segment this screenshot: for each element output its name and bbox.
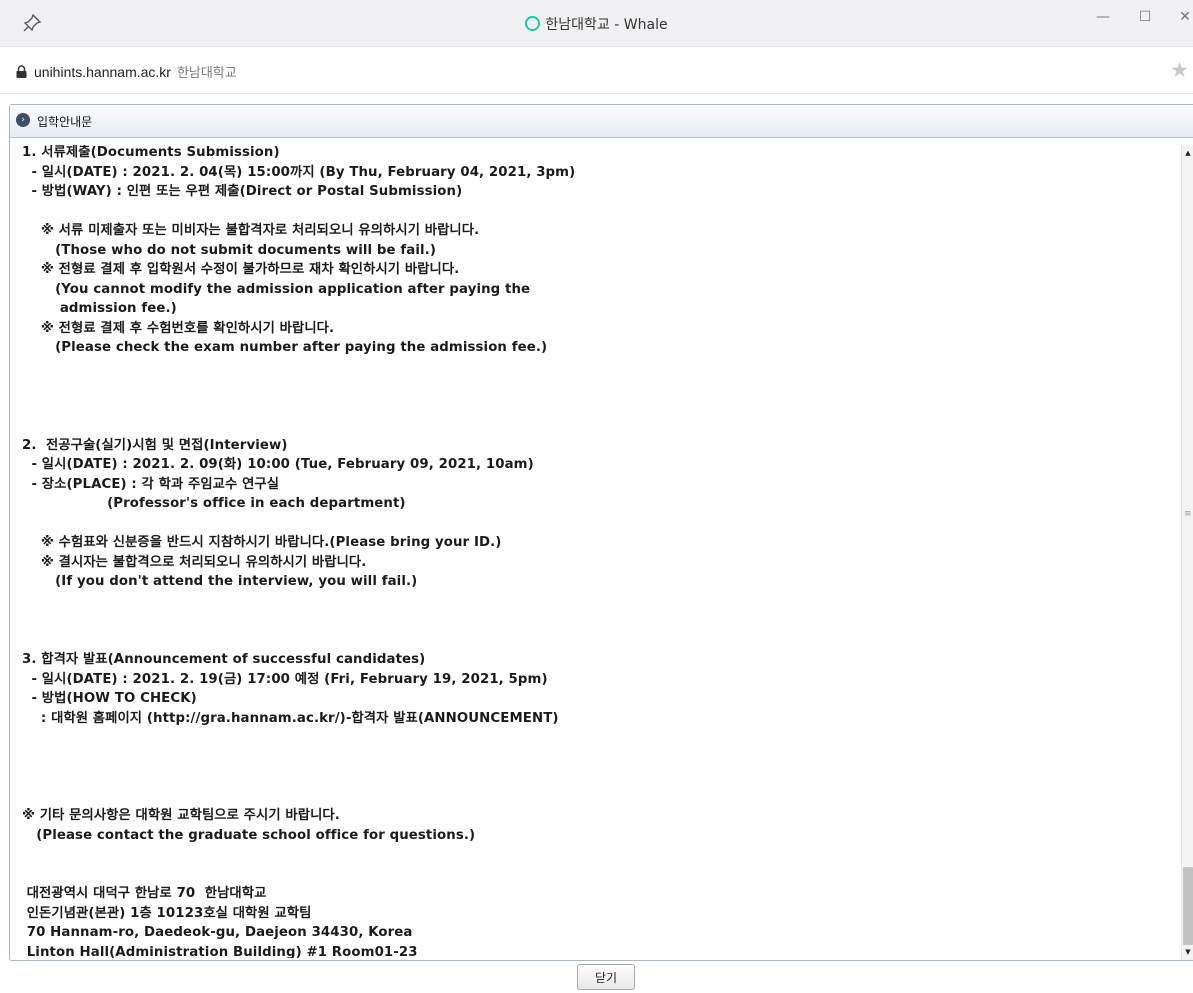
content-line: (Professor's office in each department) bbox=[22, 496, 406, 511]
panel-title: 입학안내문 bbox=[37, 115, 93, 129]
content-line: ※ 전형료 결제 후 수험번호를 확인하시기 바랍니다. bbox=[22, 320, 335, 336]
content-line: 2. 전공구술(실기)시험 및 면접(Interview) bbox=[22, 437, 288, 453]
content-line: ※ 기타 문의사항은 대학원 교학팀으로 주시기 바랍니다. bbox=[22, 808, 340, 823]
content-line: - 방법(HOW TO CHECK) bbox=[22, 691, 197, 706]
arrow-circle-icon: › bbox=[16, 113, 30, 127]
scroll-grip-icon: ≡ bbox=[1184, 509, 1192, 519]
minimize-button[interactable]: — bbox=[1088, 6, 1118, 32]
content-line: admission fee.) bbox=[22, 301, 177, 316]
content-line: ※ 수험표와 신분증을 반드시 지참하시기 바랍니다.(Please bring… bbox=[22, 535, 502, 550]
notice-content: 1. 서류제출(Documents Submission) - 일시(DATE)… bbox=[10, 145, 1182, 958]
address-bar[interactable]: unihints.hannam.ac.kr 한남대학교 ★ bbox=[0, 47, 1193, 94]
content-line: - 일시(DATE) : 2021. 2. 19(금) 17:00 예정 (Fr… bbox=[22, 671, 548, 687]
content-line: 70 Hannam-ro, Daedeok-gu, Daejeon 34430,… bbox=[22, 925, 413, 940]
close-window-button[interactable]: ✕ bbox=[1170, 6, 1193, 32]
content-line: (Those who do not submit documents will … bbox=[22, 242, 436, 258]
content-line: (Please contact the graduate school offi… bbox=[22, 827, 476, 843]
content-line: ※ 결시자는 불합격으로 처리되오니 유의하시기 바랍니다. bbox=[22, 554, 367, 570]
content-line: - 일시(DATE) : 2021. 2. 04(목) 15:00까지 (By … bbox=[22, 164, 576, 180]
admission-notice-panel: › 입학안내문 1. 서류제출(Documents Submission) - … bbox=[9, 104, 1193, 961]
content-line: - 장소(PLACE) : 각 학과 주임교수 연구실 bbox=[22, 476, 280, 492]
maximize-button[interactable]: ☐ bbox=[1130, 6, 1160, 32]
scroll-thumb[interactable] bbox=[1183, 867, 1193, 945]
content-line: 1. 서류제출(Documents Submission) bbox=[22, 145, 280, 160]
bookmark-star-icon[interactable]: ★ bbox=[1170, 59, 1189, 81]
panel-header: › 입학안내문 bbox=[10, 105, 1193, 138]
vertical-scrollbar[interactable]: ▲ ≡ ▼ bbox=[1181, 145, 1193, 960]
window-title: 한남대학교 - Whale bbox=[0, 14, 1193, 34]
content-line: 인돈기념관(본관) 1층 10123호실 대학원 교학팀 bbox=[22, 905, 312, 921]
scroll-up-arrow-icon[interactable]: ▲ bbox=[1183, 148, 1193, 158]
close-button[interactable]: 닫기 bbox=[577, 964, 635, 990]
content-line: (You cannot modify the admission applica… bbox=[22, 281, 531, 297]
content-line: 대전광역시 대덕구 한남로 70 한남대학교 bbox=[22, 886, 267, 901]
content-line: (Please check the exam number after payi… bbox=[22, 340, 548, 355]
content-line: ※ 서류 미제출자 또는 미비자는 불합격자로 처리되오니 유의하시기 바랍니다… bbox=[22, 223, 480, 238]
whale-logo-icon bbox=[525, 16, 541, 31]
content-line: Linton Hall(Administration Building) #1 … bbox=[22, 944, 418, 959]
content-line: 3. 합격자 발표(Announcement of successful can… bbox=[22, 652, 426, 667]
browser-title-bar: 한남대학교 - Whale — ☐ ✕ bbox=[0, 0, 1193, 47]
scroll-down-arrow-icon[interactable]: ▼ bbox=[1183, 947, 1193, 957]
url-text[interactable]: unihints.hannam.ac.kr 한남대학교 bbox=[34, 62, 237, 81]
content-line: - 일시(DATE) : 2021. 2. 09(화) 10:00 (Tue, … bbox=[22, 457, 534, 472]
content-line: (If you don't attend the interview, you … bbox=[22, 574, 418, 589]
content-line: : 대학원 홈페이지 (http://gra.hannam.ac.kr/)-합격… bbox=[22, 710, 559, 726]
lock-icon bbox=[16, 65, 27, 78]
site-name: 한남대학교 bbox=[176, 66, 237, 81]
content-line: - 방법(WAY) : 인편 또는 우편 제출(Direct or Postal… bbox=[22, 184, 463, 199]
content-line: ※ 전형료 결제 후 입학원서 수정이 불가하므로 재차 확인하시기 바랍니다. bbox=[22, 262, 460, 277]
